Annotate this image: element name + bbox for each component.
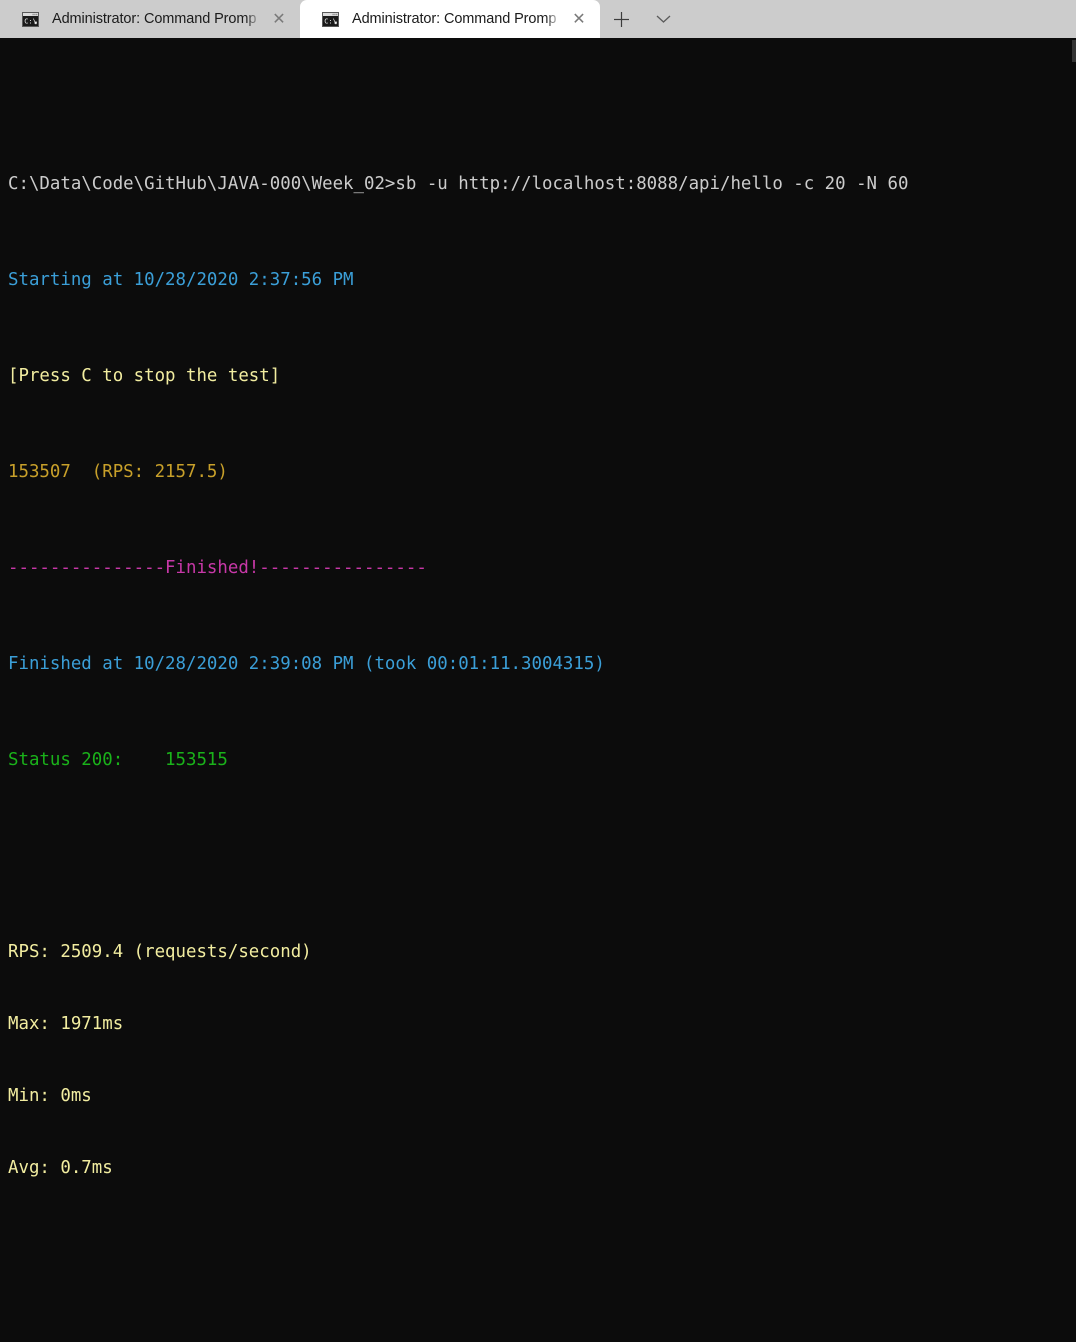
terminal-line-starting: Starting at 10/28/2020 2:37:56 PM (8, 270, 354, 290)
close-icon[interactable]: ✕ (564, 4, 594, 34)
terminal-line-rps: RPS: 2509.4 (requests/second) (8, 942, 312, 962)
terminal-output[interactable]: C:\Data\Code\GitHub\JAVA-000\Week_02>sb … (0, 38, 1076, 1178)
terminal-line-progress: 153507 (RPS: 2157.5) (8, 462, 228, 482)
terminal-line-status: Status 200: 153515 (8, 750, 228, 770)
console-icon: C:\ (322, 11, 339, 27)
scrollbar-thumb[interactable] (1072, 40, 1076, 62)
terminal-line-command: C:\Data\Code\GitHub\JAVA-000\Week_02>sb … (8, 172, 1076, 196)
tab-strip: C:\ Administrator: Command Promp ✕ C:\ A… (0, 0, 1076, 38)
tab-1[interactable]: C:\ Administrator: Command Promp ✕ (300, 0, 600, 38)
terminal-line-max: Max: 1971ms (8, 1014, 124, 1034)
plus-icon (613, 11, 629, 27)
tab-title: Administrator: Command Promp (52, 11, 257, 27)
chevron-down-icon (656, 15, 670, 23)
terminal-line-avg: Avg: 0.7ms (8, 1158, 113, 1178)
command-text: sb -u http://localhost:8088/api/hello -c… (395, 174, 909, 194)
close-icon[interactable]: ✕ (264, 4, 294, 34)
tab-title: Administrator: Command Promp (352, 11, 557, 27)
terminal-line-press-key: [Press C to stop the test] (8, 366, 281, 386)
new-tab-button[interactable] (600, 0, 642, 38)
tab-dropdown-button[interactable] (642, 0, 684, 38)
terminal-line-finished-banner: ---------------Finished!---------------- (8, 558, 427, 578)
tab-0[interactable]: C:\ Administrator: Command Promp ✕ (0, 0, 300, 38)
tabstrip-empty-area (684, 0, 1076, 38)
terminal-line-min: Min: 0ms (8, 1086, 92, 1106)
console-icon: C:\ (22, 11, 39, 27)
prompt-path: C:\Data\Code\GitHub\JAVA-000\Week_02> (8, 174, 396, 194)
terminal-line-finished: Finished at 10/28/2020 2:39:08 PM (took … (8, 654, 605, 674)
